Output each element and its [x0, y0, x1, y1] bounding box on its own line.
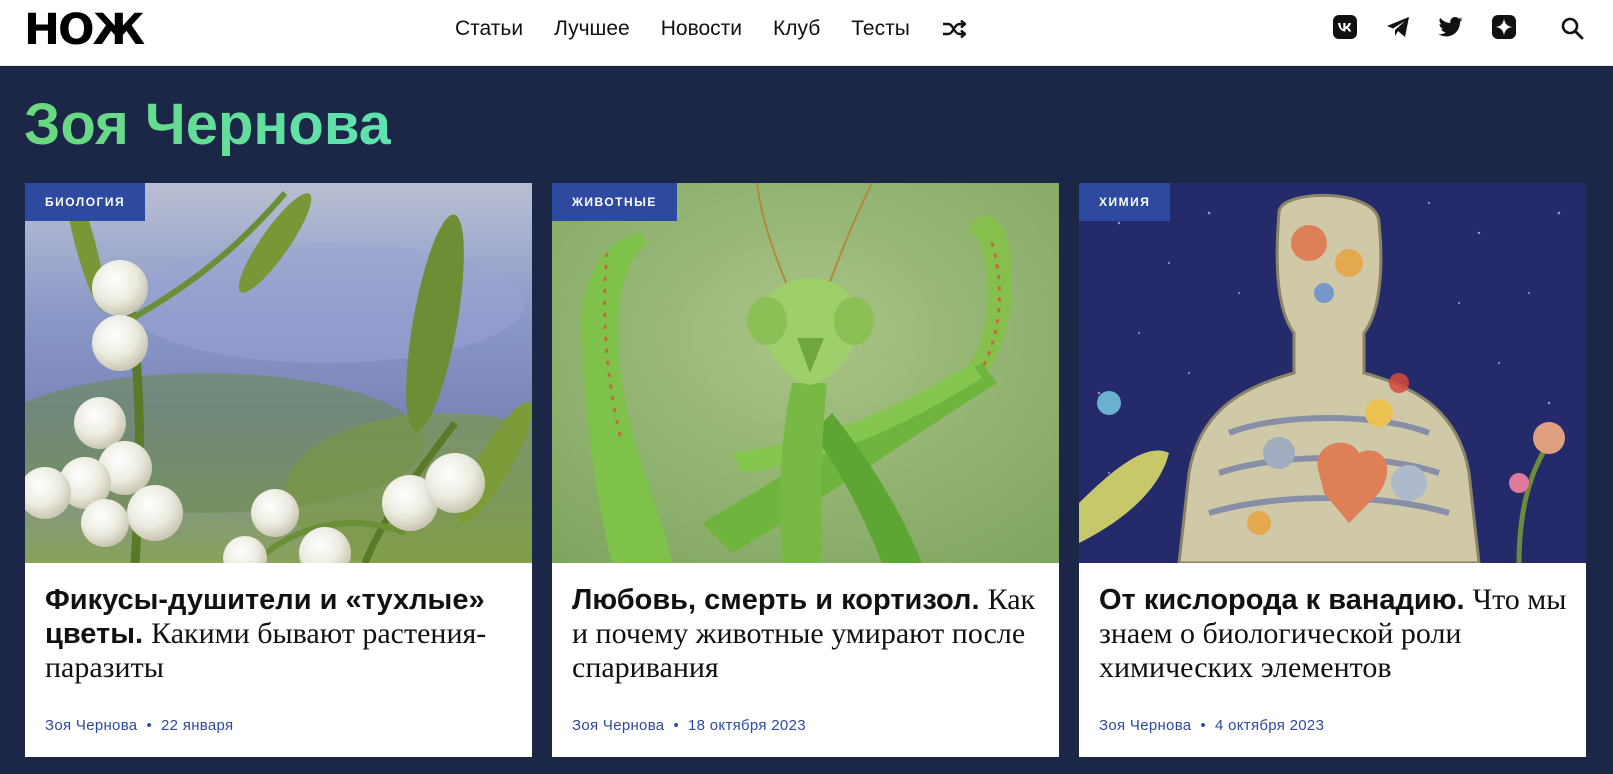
article-author[interactable]: Зоя Чернова: [572, 717, 664, 734]
twitter-icon[interactable]: [1438, 14, 1464, 40]
search-icon[interactable]: [1560, 16, 1584, 40]
article-author[interactable]: Зоя Чернова: [1099, 717, 1191, 734]
praying-mantis-photo[interactable]: [552, 183, 1059, 563]
site-header: НОЖ Статьи Лучшее Новости Клуб Тесты: [0, 0, 1613, 66]
human-body-illustration[interactable]: [1079, 183, 1586, 563]
vk-icon[interactable]: [1332, 14, 1358, 40]
nav-item-tests[interactable]: Тесты: [851, 17, 910, 41]
article-title[interactable]: От кислорода к ванадию. Что мы знаем о б…: [1099, 583, 1569, 685]
article-meta: Зоя Чернова • 4 октября 2023: [1099, 717, 1324, 734]
meta-separator: •: [146, 717, 153, 734]
nav-item-articles[interactable]: Статьи: [455, 17, 523, 41]
category-tag[interactable]: ХИМИЯ: [1079, 183, 1171, 221]
article-date: 22 января: [161, 717, 234, 734]
article-card[interactable]: БИОЛОГИЯ Фикусы-душители и «тухлые» цвет…: [25, 183, 532, 757]
nav-item-club[interactable]: Клуб: [773, 17, 820, 41]
site-logo[interactable]: НОЖ: [24, 5, 145, 55]
article-title[interactable]: Фикусы-душители и «тухлые» цветы. Какими…: [45, 583, 515, 685]
category-tag[interactable]: БИОЛОГИЯ: [25, 183, 146, 221]
article-author[interactable]: Зоя Чернова: [45, 717, 137, 734]
author-name-heading: Зоя Чернова: [24, 88, 391, 162]
article-title[interactable]: Любовь, смерть и кортизол. Как и почему …: [572, 583, 1042, 685]
meta-separator: •: [1200, 717, 1207, 734]
telegram-icon[interactable]: [1385, 14, 1411, 40]
article-card[interactable]: ЖИВОТНЫЕ Любовь, смерть и кортизол. Как …: [552, 183, 1059, 757]
nav-item-best[interactable]: Лучшее: [554, 17, 630, 41]
article-headline: От кислорода к ванадию.: [1099, 584, 1473, 616]
article-meta: Зоя Чернова • 22 января: [45, 717, 233, 734]
article-date: 4 октября 2023: [1215, 717, 1325, 734]
meta-separator: •: [673, 717, 680, 734]
mistletoe-berries-photo[interactable]: [25, 183, 532, 563]
article-date: 18 октября 2023: [688, 717, 806, 734]
nav-item-news[interactable]: Новости: [661, 17, 742, 41]
article-headline: Любовь, смерть и кортизол.: [572, 584, 988, 616]
article-card[interactable]: ХИМИЯ От кислорода к ванадию. Что мы зна…: [1079, 183, 1586, 757]
social-links: [1332, 14, 1544, 40]
article-meta: Зоя Чернова • 18 октября 2023: [572, 717, 806, 734]
category-tag[interactable]: ЖИВОТНЫЕ: [552, 183, 677, 221]
main-nav: Статьи Лучшее Новости Клуб Тесты: [455, 0, 967, 58]
shuffle-icon[interactable]: [941, 16, 967, 42]
dzen-icon[interactable]: [1491, 14, 1517, 40]
